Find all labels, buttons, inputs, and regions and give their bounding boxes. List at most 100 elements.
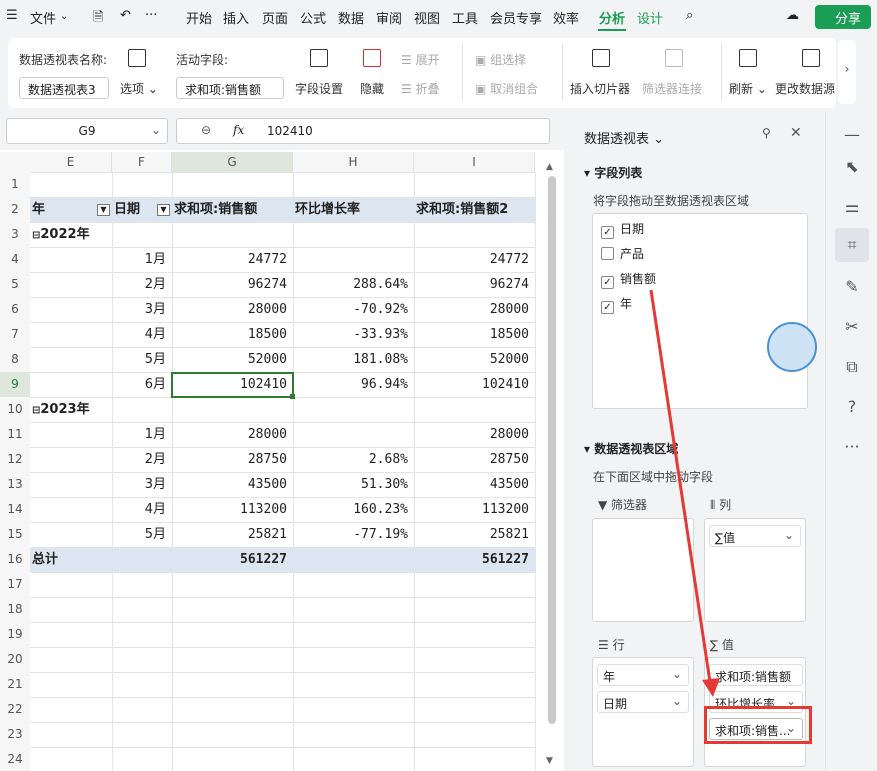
chevron-down-icon[interactable]: ⌄: [151, 123, 161, 137]
row-number[interactable]: 6: [0, 297, 30, 322]
row-number[interactable]: 10: [0, 397, 30, 422]
row-number[interactable]: 24: [0, 747, 30, 771]
refresh-button[interactable]: 刷新 ⌄: [729, 80, 767, 97]
growth-cell[interactable]: 160.23%: [295, 497, 412, 522]
sales-cell[interactable]: 28000: [174, 297, 291, 322]
sales-cell[interactable]: 25821: [174, 522, 291, 547]
row-number[interactable]: 23: [0, 722, 30, 747]
undo-icon[interactable]: ↶: [120, 8, 131, 23]
growth-cell[interactable]: -77.19%: [295, 522, 412, 547]
sales-cell[interactable]: 28750: [174, 447, 291, 472]
row-number[interactable]: 7: [0, 322, 30, 347]
menu-item[interactable]: 数据: [338, 8, 364, 27]
growth-cell[interactable]: -33.93%: [295, 322, 412, 347]
menu-item[interactable]: 会员专享: [490, 8, 542, 27]
brush-icon[interactable]: ✎: [843, 278, 861, 296]
pivot-header-cell[interactable]: 环比增长率: [295, 197, 412, 222]
search-icon[interactable]: ⌕: [686, 8, 693, 23]
hamburger-icon[interactable]: ☰: [6, 8, 18, 23]
month-cell[interactable]: 4月: [114, 322, 170, 347]
sales2-cell[interactable]: 28000: [416, 422, 533, 447]
row-number[interactable]: 11: [0, 422, 30, 447]
row-number[interactable]: 8: [0, 347, 30, 372]
month-cell[interactable]: 4月: [114, 497, 170, 522]
menu-item[interactable]: 公式: [300, 8, 326, 27]
pivot-header-cell[interactable]: 求和项:销售额: [174, 197, 291, 222]
row-number[interactable]: 18: [0, 597, 30, 622]
insert-slicer-button[interactable]: 插入切片器: [570, 80, 630, 97]
sales2-cell[interactable]: 43500: [416, 472, 533, 497]
growth-cell[interactable]: 181.08%: [295, 347, 412, 372]
cursor-icon[interactable]: ⬉: [843, 158, 861, 176]
sales-cell[interactable]: 43500: [174, 472, 291, 497]
formula-input[interactable]: ⊖ fx 102410: [176, 118, 550, 144]
month-cell[interactable]: 2月: [114, 447, 170, 472]
field-settings-button[interactable]: 字段设置: [295, 80, 343, 97]
growth-cell[interactable]: [295, 422, 412, 447]
row-number[interactable]: 3: [0, 222, 30, 247]
row-number[interactable]: 21: [0, 672, 30, 697]
month-cell[interactable]: 1月: [114, 247, 170, 272]
filter-dropdown-icon[interactable]: ▼: [97, 204, 110, 216]
month-cell[interactable]: 3月: [114, 297, 170, 322]
month-cell[interactable]: 6月: [114, 372, 170, 397]
name-box[interactable]: G9 ⌄: [6, 118, 168, 144]
sales-cell[interactable]: 28000: [174, 422, 291, 447]
sales-cell[interactable]: 52000: [174, 347, 291, 372]
growth-cell[interactable]: 51.30%: [295, 472, 412, 497]
help-icon[interactable]: ?: [843, 398, 861, 416]
total-sales[interactable]: 561227: [174, 547, 291, 572]
row-number[interactable]: 20: [0, 647, 30, 672]
save-icon[interactable]: 🗎: [93, 8, 103, 30]
fill-handle[interactable]: [290, 394, 295, 399]
column-header[interactable]: E: [30, 152, 112, 172]
slicer-icon[interactable]: [592, 49, 610, 67]
options-icon[interactable]: [128, 49, 146, 67]
total-sales2[interactable]: 561227: [416, 547, 533, 572]
hide-icon[interactable]: [363, 49, 381, 67]
share-button[interactable]: 分享: [815, 5, 871, 29]
row-number[interactable]: 15: [0, 522, 30, 547]
row-number[interactable]: 5: [0, 272, 30, 297]
row-number[interactable]: 16: [0, 547, 30, 572]
scroll-down-icon[interactable]: ▼: [546, 756, 553, 766]
row-number[interactable]: 19: [0, 622, 30, 647]
change-source-icon[interactable]: [802, 49, 820, 67]
sales-cell[interactable]: 96274: [174, 272, 291, 297]
hide-button[interactable]: 隐藏: [360, 80, 384, 97]
active-field-input[interactable]: 求和项:销售额: [176, 77, 284, 99]
tab-design[interactable]: 设计: [637, 8, 663, 27]
sales2-cell[interactable]: 28000: [416, 297, 533, 322]
row-number[interactable]: 13: [0, 472, 30, 497]
menu-item[interactable]: 工具: [452, 8, 478, 27]
pt-name-input[interactable]: 数据透视表3: [19, 77, 109, 99]
growth-cell[interactable]: 2.68%: [295, 447, 412, 472]
sales-cell[interactable]: 18500: [174, 322, 291, 347]
growth-cell[interactable]: -70.92%: [295, 297, 412, 322]
cloud-icon[interactable]: ☁: [786, 8, 799, 23]
month-cell[interactable]: 2月: [114, 272, 170, 297]
year-group-2023[interactable]: ⊟2023年: [32, 397, 152, 422]
sales2-cell[interactable]: 96274: [416, 272, 533, 297]
zoom-icon[interactable]: ⊖: [201, 123, 211, 137]
row-number[interactable]: 9: [0, 372, 30, 397]
filter-dropdown-icon[interactable]: ▼: [157, 204, 170, 216]
corner-cell[interactable]: [0, 152, 30, 172]
field-settings-icon[interactable]: [310, 49, 328, 67]
sales2-cell[interactable]: 52000: [416, 347, 533, 372]
column-header[interactable]: I: [414, 152, 535, 172]
sales2-cell[interactable]: 18500: [416, 322, 533, 347]
row-number[interactable]: 14: [0, 497, 30, 522]
menu-item[interactable]: 开始: [186, 8, 212, 27]
menu-item[interactable]: 视图: [414, 8, 440, 27]
chevron-down-icon[interactable]: ⌄: [60, 11, 68, 22]
pivot-header-cell[interactable]: 求和项:销售额2: [416, 197, 533, 222]
row-number[interactable]: 1: [0, 172, 30, 197]
year-group-2022[interactable]: ⊟2022年: [32, 222, 152, 247]
menu-item[interactable]: 效率: [553, 8, 579, 27]
tab-analysis[interactable]: 分析: [599, 8, 625, 27]
tools-icon[interactable]: ✂: [843, 318, 861, 336]
menu-item[interactable]: 页面: [262, 8, 288, 27]
sales-cell[interactable]: 24772: [174, 247, 291, 272]
minimize-icon[interactable]: —: [843, 126, 861, 144]
